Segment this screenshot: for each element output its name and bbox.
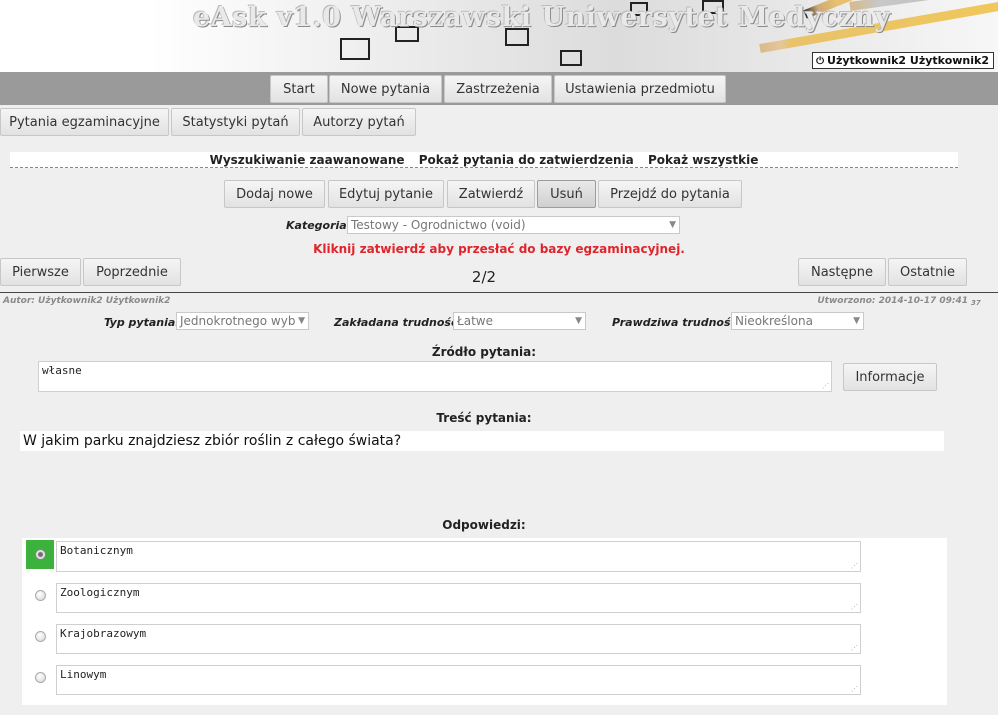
answer-radio-cell[interactable] <box>26 663 54 692</box>
content-heading: Treść pytania: <box>436 411 532 425</box>
tab-question-stats[interactable]: Statystyki pytań <box>171 108 300 136</box>
resize-grip-icon[interactable]: ⋰ <box>822 383 829 390</box>
answer-radio-2[interactable] <box>34 590 46 601</box>
search-links-bar: Wyszukiwanie zaawanowane Pokaż pytania d… <box>10 152 958 168</box>
add-new-button[interactable]: Dodaj nowe <box>224 180 325 208</box>
last-button[interactable]: Ostatnie <box>888 258 967 286</box>
app-title: eAsk v1.0 Warszawski Uniwersytet Medyczn… <box>193 2 891 33</box>
sub-nav: Pytania egzaminacyjne Statystyki pytań A… <box>0 105 998 141</box>
nav-start[interactable]: Start <box>270 75 328 103</box>
resize-grip-icon[interactable]: ⋰ <box>851 686 858 693</box>
answer-radio-3[interactable] <box>34 631 46 642</box>
user-menu[interactable]: ⏻ Użytkownik2 Użytkownik2 <box>812 52 994 69</box>
main-nav: Start Nowe pytania Zastrzeżenia Ustawien… <box>0 72 998 105</box>
header-banner: eAsk v1.0 Warszawski Uniwersytet Medyczn… <box>0 0 998 72</box>
assumed-difficulty-select[interactable]: Łatwe ▼ <box>453 312 586 330</box>
category-select[interactable]: Testowy - Ogrodnictwo (void) ▼ <box>347 216 680 234</box>
created-seconds: 37 <box>971 299 981 307</box>
info-button[interactable]: Informacje <box>843 363 937 391</box>
user-name: Użytkownik2 Użytkownik2 <box>827 54 989 67</box>
answer-text-1: Botanicznym <box>60 544 133 557</box>
assumed-difficulty-label: Zakładana trudność: <box>334 316 462 329</box>
show-to-approve-link[interactable]: Pokaż pytania do zatwierdzenia <box>419 153 634 167</box>
advanced-search-link[interactable]: Wyszukiwanie zaawanowane <box>210 153 405 167</box>
question-type-label: Typ pytania: <box>104 316 180 329</box>
question-type-select[interactable]: Jednokrotnego wyb ▼ <box>176 312 309 330</box>
resize-grip-icon[interactable]: ⋰ <box>851 563 858 570</box>
power-icon[interactable]: ⏻ <box>816 56 824 67</box>
divider <box>0 292 998 293</box>
answer-input-4[interactable]: Linowym ⋰ <box>56 665 861 695</box>
resize-grip-icon[interactable]: ⋰ <box>851 604 858 611</box>
answer-text-4: Linowym <box>60 668 107 681</box>
chevron-down-icon: ▼ <box>575 316 582 326</box>
chevron-down-icon: ▼ <box>298 316 305 326</box>
chevron-down-icon: ▼ <box>853 316 860 326</box>
answer-input-1[interactable]: Botanicznym ⋰ <box>56 541 861 572</box>
approve-warning: Kliknij zatwierdź aby przesłać do bazy e… <box>313 242 685 256</box>
show-all-link[interactable]: Pokaż wszystkie <box>648 153 758 167</box>
category-value: Testowy - Ogrodnictwo (void) <box>351 218 526 232</box>
real-difficulty-value: Nieokreślona <box>735 314 813 328</box>
goto-question-button[interactable]: Przejdź do pytania <box>598 180 742 208</box>
answer-radio-cell[interactable] <box>26 622 54 651</box>
real-difficulty-select[interactable]: Nieokreślona ▼ <box>731 312 864 330</box>
tab-exam-questions[interactable]: Pytania egzaminacyjne <box>0 108 169 136</box>
source-value: własne <box>42 364 82 377</box>
resize-grip-icon[interactable]: ⋰ <box>851 645 858 652</box>
author-info: Autor: Użytkownik2 Użytkownik2 <box>3 296 171 306</box>
answer-text-3: Krajobrazowym <box>60 627 147 640</box>
checkbox-art <box>340 38 370 60</box>
answers-heading: Odpowiedzi: <box>442 518 526 532</box>
next-button[interactable]: Następne <box>798 258 886 286</box>
answer-radio-cell[interactable] <box>26 540 54 569</box>
answer-radio-1[interactable] <box>34 549 46 560</box>
approve-button[interactable]: Zatwierdź <box>447 180 535 208</box>
answer-text-2: Zoologicznym <box>60 586 140 599</box>
question-type-value: Jednokrotnego wyb <box>180 314 296 328</box>
question-content: W jakim parku znajdziesz zbiór roślin z … <box>20 431 944 451</box>
nav-new-questions[interactable]: Nowe pytania <box>329 75 442 103</box>
checkbox-art <box>560 50 582 66</box>
created-date: Utworzono: 2014-10-17 09:41 <box>817 296 968 306</box>
real-difficulty-label: Prawdziwa trudność: <box>612 316 742 329</box>
chevron-down-icon: ▼ <box>669 220 676 230</box>
answer-radio-4[interactable] <box>34 672 46 683</box>
assumed-difficulty-value: Łatwe <box>457 314 493 328</box>
delete-button[interactable]: Usuń <box>537 180 596 208</box>
edit-question-button[interactable]: Edytuj pytanie <box>328 180 444 208</box>
answer-input-2[interactable]: Zoologicznym ⋰ <box>56 583 861 613</box>
category-label: Kategoria: <box>286 219 352 232</box>
nav-subject-settings[interactable]: Ustawienia przedmiotu <box>554 75 726 103</box>
tab-question-authors[interactable]: Autorzy pytań <box>302 108 416 136</box>
answer-radio-cell[interactable] <box>26 581 54 610</box>
nav-objections[interactable]: Zastrzeżenia <box>444 75 552 103</box>
source-heading: Źródło pytania: <box>431 345 537 359</box>
answer-input-3[interactable]: Krajobrazowym ⋰ <box>56 624 861 654</box>
source-textarea[interactable]: własne ⋰ <box>38 361 832 392</box>
